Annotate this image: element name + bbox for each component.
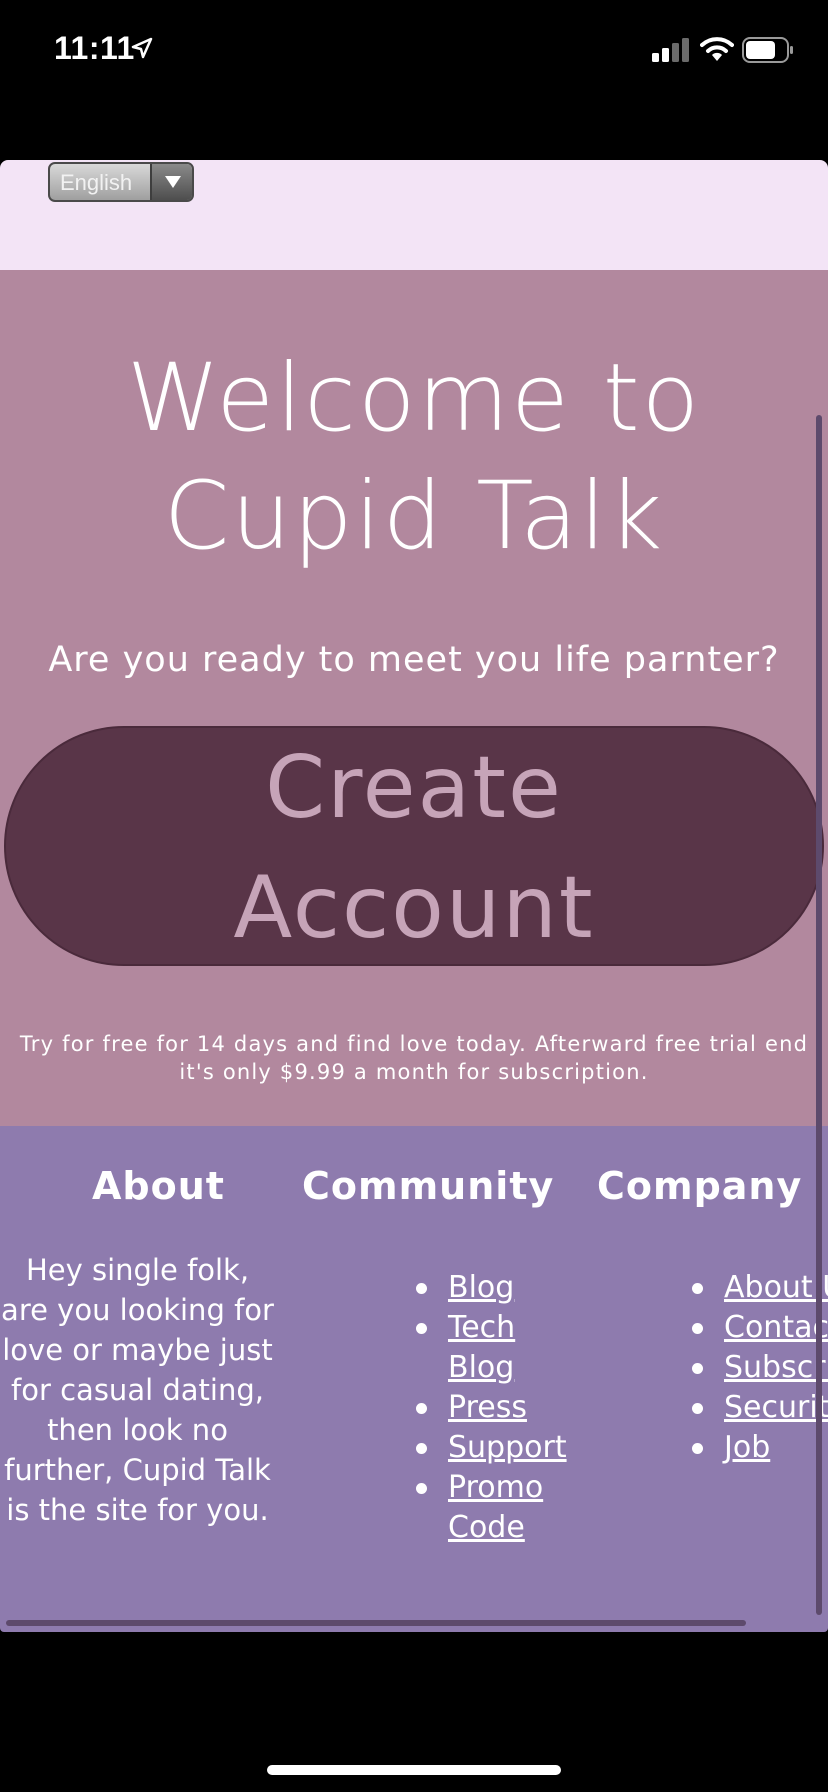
create-account-label-line-2: Account [233,858,595,958]
list-item: Security [684,1388,828,1428]
link-job[interactable]: Job [724,1430,770,1465]
footer-community-heading: Community [302,1164,555,1208]
hero-subtitle: Are you ready to meet you life parnter? [48,640,780,680]
link-tech-blog[interactable]: Tech Blog [448,1310,515,1385]
link-press[interactable]: Press [448,1390,527,1425]
trial-info-line-1: Try for free for 14 days and find love t… [19,1032,809,1056]
create-account-label-line-1: Create [265,738,563,838]
battery-icon [742,37,793,63]
hero-title-line-2: Cupid Talk [163,462,665,571]
link-security[interactable]: Security [724,1390,828,1425]
dropdown-arrow-icon [150,164,192,200]
link-subscription-tiers[interactable]: Subscription Tiers [724,1350,828,1385]
create-account-button[interactable]: Create Account [4,726,824,966]
cellular-signal-icon [652,38,689,62]
wifi-icon [700,37,734,61]
list-item: Tech Blog [408,1308,588,1388]
language-selected-value: English [60,170,133,195]
hero-title: Welcome to Cupid Talk [0,340,828,576]
hero-section: Welcome to Cupid Talk Are you ready to m… [0,270,828,1126]
link-promo-code[interactable]: Promo Code [448,1470,543,1545]
hero-title-line-1: Welcome to [126,344,702,453]
list-item: Job [684,1428,828,1468]
trial-info-line-2: it's only $9.99 a month for subscription… [179,1060,649,1084]
footer-about-text: Hey single folk, are you looking for lov… [1,1253,274,1527]
link-blog[interactable]: Blog [448,1270,514,1305]
company-link-list: About Us Contact Us Subscription Tiers S… [684,1268,828,1468]
list-item: Support [408,1428,588,1468]
vertical-scrollbar[interactable] [816,415,822,1615]
language-select[interactable]: English [48,162,194,202]
status-time: 11:11 [54,30,135,66]
web-viewport: English Welcome to Cupid Talk Are you re… [0,160,828,1632]
horizontal-scrollbar[interactable] [6,1620,746,1626]
location-arrow-icon [131,37,153,59]
list-item: Promo Code [408,1468,588,1548]
link-about-us[interactable]: About Us [724,1270,828,1305]
status-bar: 11:11 [0,0,828,100]
footer-about-heading: About [92,1164,225,1208]
list-item: About Us [684,1268,828,1308]
trial-info-text: Try for free for 14 days and find love t… [0,1030,828,1086]
link-contact-us[interactable]: Contact Us [724,1310,828,1345]
language-bar: English [0,160,828,270]
list-item: Blog [408,1268,588,1308]
home-indicator[interactable] [267,1765,561,1775]
list-item: Subscription Tiers [684,1348,828,1388]
footer-company-heading: Company [597,1164,803,1208]
footer: About Community Company Hey single folk,… [0,1126,828,1632]
link-support[interactable]: Support [448,1430,567,1465]
list-item: Press [408,1388,588,1428]
list-item: Contact Us [684,1308,828,1348]
community-link-list: Blog Tech Blog Press Support Promo Code [408,1268,588,1548]
